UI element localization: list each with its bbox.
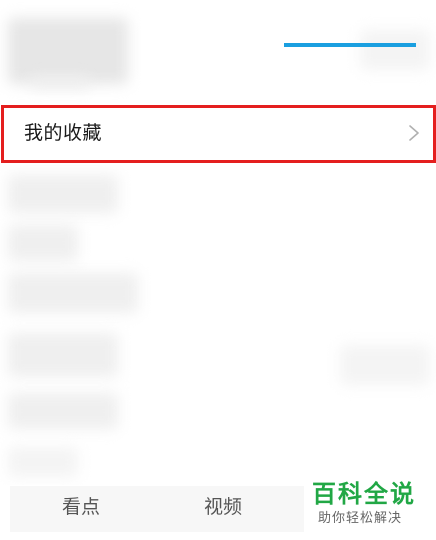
blurred-text-block <box>30 76 90 88</box>
blurred-header <box>0 0 436 100</box>
screen: 我的收藏 看点 视频 百科全说 助你轻松解决 <box>0 0 436 540</box>
watermark-title: 百科全说 <box>312 480 416 508</box>
bottom-strip <box>0 532 436 540</box>
my-favorites-row[interactable]: 我的收藏 <box>0 104 436 162</box>
nav-active-indicator <box>284 43 416 47</box>
blurred-list-item <box>8 175 118 213</box>
blurred-avatar-block <box>8 18 128 84</box>
blurred-list-item <box>8 273 138 313</box>
blurred-right-block <box>360 30 430 70</box>
watermark-subtitle: 助你轻松解决 <box>318 511 403 526</box>
blurred-list-item <box>8 225 78 261</box>
blurred-list-item <box>8 333 118 377</box>
nav-tab-video[interactable]: 视频 <box>182 486 264 532</box>
chevron-right-icon <box>409 125 419 141</box>
blurred-list-item <box>8 447 78 477</box>
blurred-right-item <box>340 345 430 385</box>
my-favorites-label: 我的收藏 <box>24 122 103 144</box>
watermark-logo: 百科全说 助你轻松解决 <box>304 476 428 532</box>
blurred-list <box>0 165 436 485</box>
nav-tab-kandian[interactable]: 看点 <box>40 486 122 532</box>
blurred-list-item <box>8 393 118 429</box>
